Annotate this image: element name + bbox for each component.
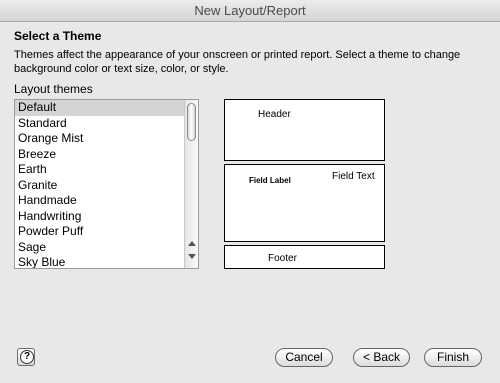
help-icon: ? [20,350,34,364]
preview-field-label: Field Label [249,176,291,185]
theme-list-item[interactable]: Orange Mist [15,131,198,147]
theme-list-item[interactable]: Powder Puff [15,224,198,240]
finish-button[interactable]: Finish [424,348,482,367]
preview-body-panel: Field Label Field Text [224,164,385,242]
window-titlebar: New Layout/Report [0,0,500,22]
window-title: New Layout/Report [194,3,306,18]
theme-list-item[interactable]: Sky Blue [15,255,198,268]
theme-list-scrollbar[interactable] [184,100,198,268]
preview-footer-panel: Footer [224,245,385,269]
scroll-up-arrow-icon[interactable] [188,241,196,246]
theme-list-item[interactable]: Granite [15,178,198,194]
cancel-button[interactable]: Cancel [275,348,333,367]
theme-list-item[interactable]: Standard [15,116,198,132]
preview-footer-text: Footer [268,253,297,264]
section-heading: Select a Theme [14,29,102,43]
theme-list-items: Default Standard Orange Mist Breeze Earth Gra… [15,100,198,268]
theme-list-item[interactable]: Handmade [15,193,198,209]
layout-themes-label: Layout themes [14,82,93,96]
theme-list-item[interactable]: Handwriting [15,209,198,225]
preview-header-panel: Header [224,99,385,161]
theme-list-item[interactable]: Sage [15,240,198,256]
scroll-down-arrow-icon[interactable] [188,254,196,259]
preview-field-text: Field Text [332,171,375,182]
scrollbar-thumb[interactable] [187,103,196,141]
back-button[interactable]: < Back [353,348,410,367]
preview-header-text: Header [258,109,291,120]
theme-list-item[interactable]: Breeze [15,147,198,163]
section-description: Themes affect the appearance of your ons… [14,49,461,75]
layout-themes-list[interactable]: Default Standard Orange Mist Breeze Earth Gra… [14,99,199,269]
help-button[interactable]: ? [17,348,35,366]
theme-list-item[interactable]: Earth [15,162,198,178]
theme-list-item[interactable]: Default [15,100,198,116]
